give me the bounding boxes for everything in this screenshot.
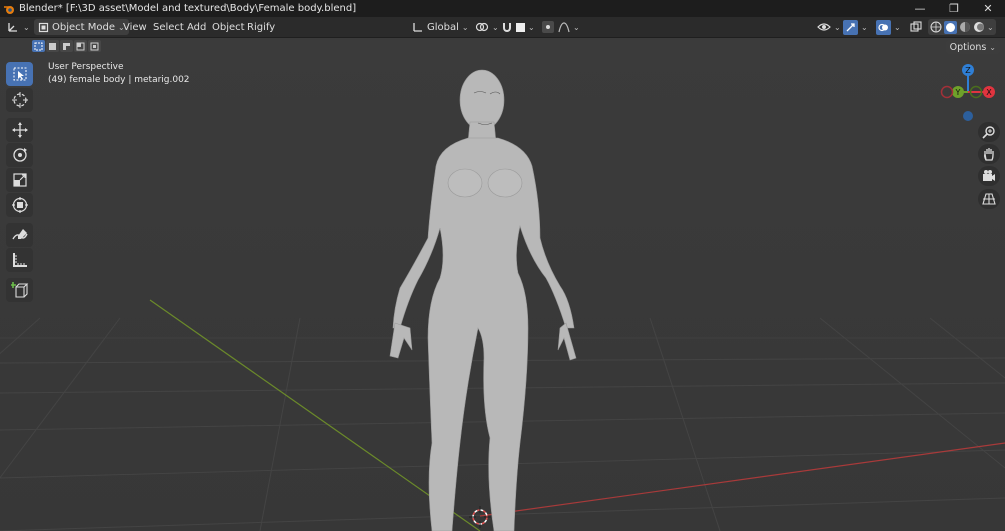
cursor-icon (11, 92, 28, 108)
mode-label: Object Mode (52, 21, 115, 33)
menu-object[interactable]: Object (212, 19, 245, 35)
orientation-label: Global (427, 21, 459, 33)
hand-icon (984, 148, 994, 161)
gizmo-neg-x-icon (940, 85, 954, 99)
svg-text:Y: Y (955, 88, 961, 97)
perspective-label: User Perspective (48, 62, 124, 72)
pivot-icon (475, 22, 489, 32)
xray-toggle[interactable] (910, 19, 922, 35)
mode-dropdown[interactable]: Object Mode ⌄ (34, 19, 129, 35)
grid-perspective-icon (982, 193, 996, 205)
window-titlebar: Blender* [F:\3D asset\Model and textured… (0, 0, 1005, 17)
chevron-down-icon: ⌄ (573, 22, 580, 32)
chevron-down-icon: ⌄ (987, 22, 994, 32)
zoom-button[interactable] (978, 122, 1000, 142)
transform-icon (11, 197, 28, 213)
wireframe-shading-icon[interactable] (930, 21, 942, 33)
perspective-toggle-button[interactable] (978, 189, 1000, 209)
annotate-icon (11, 229, 28, 240)
snap-increment-icon (516, 22, 525, 32)
navigation-gizmo[interactable]: Z X Y (936, 60, 1000, 122)
snap-toggle[interactable] (501, 19, 513, 35)
add-cube-icon (10, 282, 28, 298)
overlays-icon (876, 19, 891, 35)
measure-tool[interactable] (6, 248, 33, 272)
material-shading-icon[interactable] (959, 21, 971, 33)
viewport-info: User Perspective (49) female body | meta… (48, 61, 190, 87)
transform-orientation-dropdown[interactable]: Global ⌄ (412, 19, 469, 35)
magnet-icon (503, 23, 511, 32)
menu-select[interactable]: Select (153, 19, 184, 35)
window-title: Blender* [F:\3D asset\Model and textured… (19, 3, 357, 14)
editor-type-button[interactable]: ⌄ (6, 19, 30, 35)
overlays-toggle[interactable]: ⌄ (876, 19, 901, 35)
menu-add[interactable]: Add (187, 19, 206, 35)
options-label: Options (949, 41, 987, 53)
select-box-tool[interactable] (6, 62, 33, 86)
chevron-down-icon: ⌄ (834, 22, 841, 32)
close-button[interactable]: ✕ (971, 0, 1005, 17)
orientation-axes-icon (413, 23, 422, 32)
axes-icon (8, 23, 17, 32)
select-invert-icon[interactable] (74, 40, 87, 52)
snap-target-dropdown[interactable]: ⌄ (516, 19, 535, 35)
move-icon (11, 122, 28, 138)
annotate-tool[interactable] (6, 223, 33, 247)
viewport-grid (0, 38, 1005, 531)
rendered-shading-icon[interactable] (973, 21, 985, 33)
chevron-down-icon: ⌄ (894, 22, 901, 32)
ruler-icon (12, 253, 27, 267)
pivot-dropdown[interactable]: ⌄ (475, 19, 499, 35)
proportional-falloff-dropdown[interactable]: ⌄ (558, 19, 580, 35)
zoom-icon (982, 126, 995, 139)
rotate-icon (12, 148, 27, 162)
select-subtract-icon[interactable] (60, 40, 73, 52)
camera-icon (983, 170, 995, 181)
window-controls: — ❐ ✕ (903, 0, 1005, 17)
proportional-icon (542, 21, 554, 33)
chevron-down-icon: ⌄ (492, 22, 499, 32)
menu-view[interactable]: View (123, 19, 147, 35)
gizmos-toggle[interactable]: ⌄ (843, 19, 868, 35)
transform-tool[interactable] (6, 193, 33, 217)
add-cube-tool[interactable] (6, 278, 33, 302)
selection-mode-toggles (32, 40, 101, 52)
gizmo-icon (843, 19, 858, 35)
camera-view-button[interactable] (978, 166, 1000, 186)
select-intersect-icon[interactable] (88, 40, 101, 52)
chevron-down-icon: ⌄ (861, 22, 868, 32)
falloff-curve-icon (558, 22, 570, 33)
shading-modes: ⌄ (928, 19, 996, 35)
svg-text:Z: Z (965, 66, 971, 75)
options-dropdown[interactable]: Options ⌄ (945, 40, 1000, 54)
scale-icon (12, 173, 27, 187)
active-object-label: (49) female body | metarig.002 (48, 75, 190, 85)
visibility-dropdown[interactable]: ⌄ (817, 19, 841, 35)
select-extend-icon[interactable] (46, 40, 59, 52)
menu-rigify[interactable]: Rigify (247, 19, 275, 35)
rotate-tool[interactable] (6, 143, 33, 167)
svg-text:X: X (986, 88, 992, 97)
gizmo-neg-z-icon (963, 111, 973, 121)
scale-tool[interactable] (6, 168, 33, 192)
select-box-icon (13, 67, 26, 81)
chevron-down-icon: ⌄ (989, 42, 996, 52)
3d-viewport[interactable] (0, 38, 1005, 531)
minimize-button[interactable]: — (903, 0, 937, 17)
viewport-header: ⌄ Object Mode ⌄ View Select Add Object R… (0, 17, 1005, 38)
proportional-toggle[interactable] (542, 19, 554, 35)
blender-logo-icon (4, 5, 14, 14)
pan-button[interactable] (978, 144, 1000, 164)
chevron-down-icon: ⌄ (23, 22, 30, 32)
eye-icon (817, 23, 831, 31)
move-tool[interactable] (6, 118, 33, 142)
chevron-down-icon: ⌄ (461, 22, 469, 32)
xray-icon (910, 21, 922, 32)
maximize-button[interactable]: ❐ (937, 0, 971, 17)
solid-shading-icon[interactable] (944, 20, 957, 34)
chevron-down-icon: ⌄ (528, 22, 535, 32)
select-new-icon[interactable] (32, 40, 45, 52)
object-mode-icon (38, 22, 49, 32)
cursor-tool[interactable] (6, 88, 33, 112)
